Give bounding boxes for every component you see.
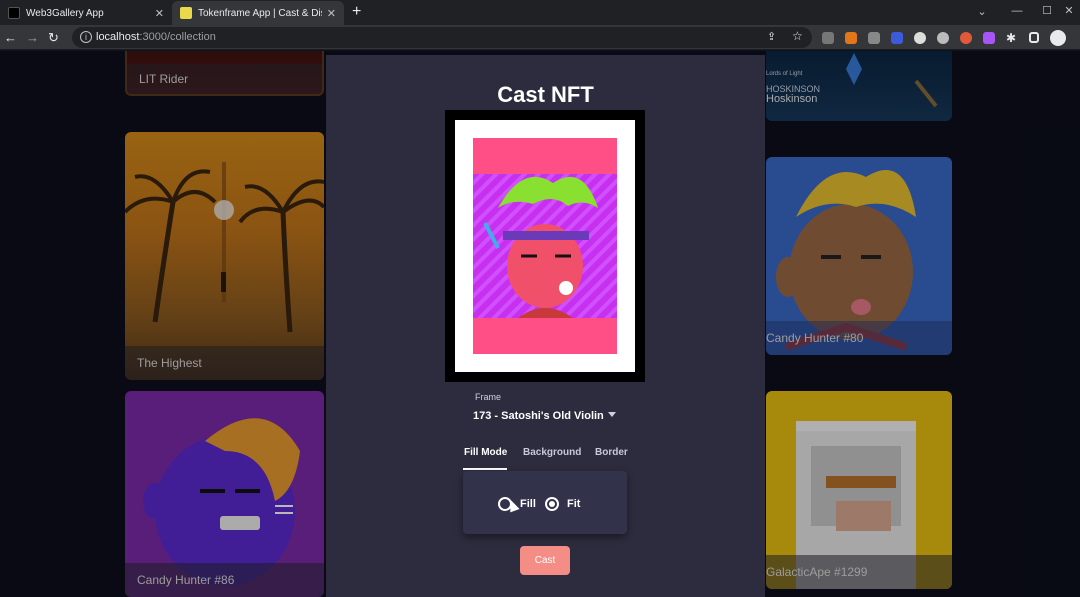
extensions-puzzle-icon[interactable]: ✱: [1006, 31, 1016, 46]
chevron-down-icon: [608, 412, 616, 417]
frame-preview: [445, 110, 645, 382]
share-icon[interactable]: ⇪: [767, 30, 776, 45]
reload-icon[interactable]: ↻: [48, 30, 59, 45]
forward-icon[interactable]: →: [26, 30, 39, 45]
metamask-icon[interactable]: [845, 32, 857, 44]
nft-artwork: [473, 138, 617, 354]
fill-radio-label[interactable]: Fill: [520, 498, 536, 510]
extension-icon[interactable]: [822, 32, 834, 44]
address-bar[interactable]: i localhost:3000/collection ⇪ ☆: [72, 27, 812, 48]
tab-fill-mode[interactable]: Fill Mode: [464, 447, 507, 458]
site-info-icon[interactable]: i: [80, 31, 92, 43]
tokenframe-favicon-icon: [180, 7, 192, 19]
nft-artwork-image: [473, 174, 617, 318]
window-close-icon[interactable]: ✕: [1058, 5, 1080, 17]
back-icon[interactable]: ←: [4, 30, 17, 45]
tab-title: Tokenframe App | Cast & Display: [198, 7, 322, 19]
active-tab-indicator: [463, 468, 507, 470]
mouse-cursor-icon: [506, 498, 520, 513]
close-tab-icon[interactable]: ✕: [327, 7, 336, 20]
web3gallery-favicon-icon: [8, 7, 20, 19]
fit-radio-label[interactable]: Fit: [567, 498, 580, 510]
browser-tabstrip: Web3Gallery App ✕ Tokenframe App | Cast …: [0, 0, 1080, 25]
minimize-icon[interactable]: —: [1000, 5, 1034, 17]
new-tab-icon[interactable]: +: [352, 3, 361, 21]
collection-page: LIT Rider The Highest Candy Hunter #86 L…: [0, 51, 1080, 597]
frame-mat: [455, 120, 635, 372]
url-text: localhost:3000/collection: [96, 31, 216, 43]
modal-title: Cast NFT: [497, 82, 594, 107]
cast-nft-modal: Cast NFT Frame 173 - Satoshi's Old Violi…: [326, 55, 765, 597]
frame-select-label: Frame: [473, 392, 504, 402]
tab-background[interactable]: Background: [523, 447, 581, 458]
bookmark-star-icon[interactable]: ☆: [792, 29, 803, 44]
tab-title: Web3Gallery App: [26, 7, 104, 19]
browser-tab-web3gallery[interactable]: Web3Gallery App ✕: [0, 1, 172, 25]
extension-icon[interactable]: [937, 32, 949, 44]
cast-button[interactable]: Cast: [520, 546, 570, 575]
profile-avatar[interactable]: [1050, 30, 1066, 46]
fit-radio[interactable]: [545, 497, 559, 511]
extension-icon[interactable]: [914, 32, 926, 44]
browser-tab-tokenframe[interactable]: Tokenframe App | Cast & Display ✕: [172, 1, 344, 25]
side-panel-icon[interactable]: [1029, 32, 1039, 43]
extension-icon[interactable]: [868, 32, 880, 44]
frame-select-value: 173 - Satoshi's Old Violin: [473, 410, 604, 422]
browser-toolbar: ← → ↻ i localhost:3000/collection ⇪ ☆ ✱: [0, 25, 1080, 50]
tab-search-icon[interactable]: ⌄: [965, 6, 999, 18]
fill-mode-panel: Fill Fit: [463, 471, 627, 534]
tab-border[interactable]: Border: [595, 447, 628, 458]
extension-icon[interactable]: [983, 32, 995, 44]
frame-select[interactable]: Frame 173 - Satoshi's Old Violin: [463, 392, 626, 436]
extension-icon[interactable]: [960, 32, 972, 44]
close-tab-icon[interactable]: ✕: [155, 7, 164, 20]
extension-icon[interactable]: [891, 32, 903, 44]
